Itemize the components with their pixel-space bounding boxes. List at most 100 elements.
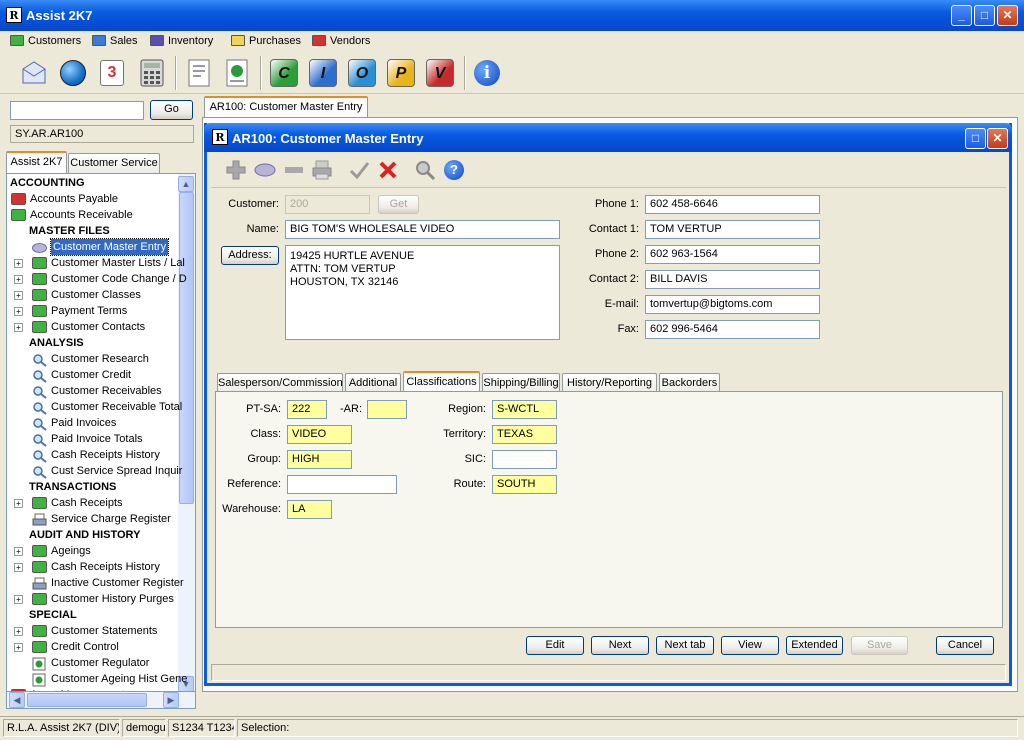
warehouse-field[interactable]: LA [287, 500, 332, 519]
next-button[interactable]: Next [591, 636, 649, 655]
tree-item[interactable]: Accounts Payable [7, 191, 179, 207]
menu-purchases[interactable]: Purchases [231, 33, 301, 49]
expand-icon[interactable]: + [14, 627, 23, 636]
module-i-button[interactable]: I [307, 56, 339, 90]
tree-item[interactable]: + Customer Master Lists / Lal [7, 255, 185, 271]
close-button[interactable]: ✕ [997, 5, 1018, 26]
module-v-button[interactable]: V [424, 56, 456, 90]
tree-item[interactable]: Paid Invoice Totals [7, 431, 179, 447]
report-button[interactable] [183, 56, 215, 90]
search-input[interactable] [10, 101, 144, 120]
tree-item[interactable]: Customer Receivables [7, 383, 179, 399]
tree-item[interactable]: + Credit Control [7, 639, 179, 655]
group-field[interactable]: HIGH [287, 450, 352, 469]
tree-item[interactable]: + Ageings [7, 543, 179, 559]
tab-customer-service[interactable]: Customer Service [68, 153, 160, 173]
scroll-thumb[interactable] [179, 192, 194, 504]
search-icon[interactable] [414, 159, 436, 181]
tree-hscrollbar[interactable]: ◀ ▶ [6, 692, 196, 709]
module-c-button[interactable]: C [268, 56, 300, 90]
tree-item[interactable]: Customer Ageing Hist Gene [7, 671, 187, 687]
cancel-x-icon[interactable] [377, 159, 399, 181]
form-maximize-button[interactable]: □ [965, 128, 986, 149]
tree-item[interactable]: + Customer Statements [7, 623, 179, 639]
tree-item[interactable]: Service Charge Register [7, 511, 179, 527]
minimize-button[interactable]: _ [951, 5, 972, 26]
tree-item[interactable]: Accounts Receivable [7, 207, 179, 223]
tree-item[interactable]: + Cash Receipts [7, 495, 179, 511]
tree-item[interactable]: Customer Receivable Total [7, 399, 182, 415]
chart-report-button[interactable] [221, 56, 253, 90]
tab-ar100-customer-master-entry[interactable]: AR100: Customer Master Entry [204, 96, 368, 118]
address-field[interactable]: 19425 HURTLE AVENUE ATTN: TOM VERTUP HOU… [285, 245, 560, 340]
maximize-button[interactable]: □ [974, 5, 995, 26]
tree-item[interactable]: Customer Research [7, 351, 179, 367]
calculator-button[interactable] [136, 56, 168, 90]
printer-icon[interactable] [311, 159, 333, 181]
ar-field[interactable] [367, 400, 407, 419]
extended-button[interactable]: Extended [786, 636, 843, 655]
module-o-button[interactable]: O [346, 56, 378, 90]
tree-item[interactable]: + Customer Classes [7, 287, 179, 303]
form-close-button[interactable]: ✕ [987, 128, 1008, 149]
hscroll-thumb[interactable] [27, 693, 147, 707]
delete-record-icon[interactable] [283, 162, 305, 178]
save-button[interactable]: Save [851, 636, 908, 655]
menu-sales[interactable]: Sales [92, 33, 138, 49]
tab-additional[interactable]: Additional [345, 373, 401, 393]
tab-history-reporting[interactable]: History/Reporting [562, 373, 657, 393]
scroll-up-button[interactable]: ▲ [178, 176, 194, 192]
tree-item[interactable]: + Customer Code Change / D [7, 271, 187, 287]
add-icon[interactable] [225, 159, 247, 181]
sic-field[interactable] [492, 450, 557, 469]
get-button[interactable]: Get [378, 195, 419, 214]
expand-icon[interactable]: + [14, 595, 23, 604]
email-field[interactable]: tomvertup@bigtoms.com [645, 295, 820, 314]
tab-shipping-billing[interactable]: Shipping/Billing [482, 373, 560, 393]
ptsa-field[interactable]: 222 [287, 400, 327, 419]
scroll-right-button[interactable]: ▶ [163, 692, 179, 708]
tree-scrollbar[interactable]: ▲ ▼ [178, 174, 195, 691]
tree-item[interactable]: Inactive Customer Register [7, 575, 184, 591]
class-field[interactable]: VIDEO [287, 425, 352, 444]
expand-icon[interactable]: + [14, 323, 23, 332]
go-button[interactable]: Go [150, 100, 193, 120]
expand-icon[interactable]: + [14, 547, 23, 556]
expand-icon[interactable]: + [14, 499, 23, 508]
tab-backorders[interactable]: Backorders [659, 373, 720, 393]
route-field[interactable]: SOUTH [492, 475, 557, 494]
menu-vendors[interactable]: Vendors [312, 33, 370, 49]
phone1-field[interactable]: 602 458-6646 [645, 195, 820, 214]
expand-icon[interactable]: + [14, 259, 23, 268]
tab-classifications[interactable]: Classifications [403, 371, 480, 393]
tab-assist-2k7[interactable]: Assist 2K7 [6, 151, 67, 173]
calendar-button[interactable]: 3 [96, 56, 128, 90]
mail-button[interactable] [18, 56, 50, 90]
address-button[interactable]: Address: [221, 246, 279, 265]
cancel-button[interactable]: Cancel [936, 636, 994, 655]
tree-item[interactable]: Cust Service Spread Inquir [7, 463, 182, 479]
tree-item[interactable]: + Customer Contacts [7, 319, 179, 335]
eraser-icon[interactable] [254, 161, 276, 179]
edit-button[interactable]: Edit [526, 636, 584, 655]
territory-field[interactable]: TEXAS [492, 425, 557, 444]
tree-item[interactable]: Customer Regulator [7, 655, 179, 671]
tree-item[interactable]: + Cash Receipts History [7, 559, 179, 575]
menu-inventory[interactable]: Inventory [150, 33, 213, 49]
tree-item[interactable]: + Customer History Purges [7, 591, 179, 607]
help-icon[interactable]: ? [444, 160, 464, 180]
phone2-field[interactable]: 602 963-1564 [645, 245, 820, 264]
tab-salesperson-commission[interactable]: Salesperson/Commission [217, 373, 343, 393]
info-button[interactable]: i [471, 56, 503, 90]
check-icon[interactable] [348, 159, 370, 181]
expand-icon[interactable]: + [14, 563, 23, 572]
menu-customers[interactable]: Customers [10, 33, 81, 49]
name-field[interactable]: BIG TOM'S WHOLESALE VIDEO [285, 220, 560, 239]
tree-item[interactable]: Customer Credit [7, 367, 179, 383]
tree-item[interactable]: Paid Invoices [7, 415, 179, 431]
contact1-field[interactable]: TOM VERTUP [645, 220, 820, 239]
expand-icon[interactable]: + [14, 275, 23, 284]
module-p-button[interactable]: P [385, 56, 417, 90]
expand-icon[interactable]: + [14, 291, 23, 300]
reference-field[interactable] [287, 475, 397, 494]
